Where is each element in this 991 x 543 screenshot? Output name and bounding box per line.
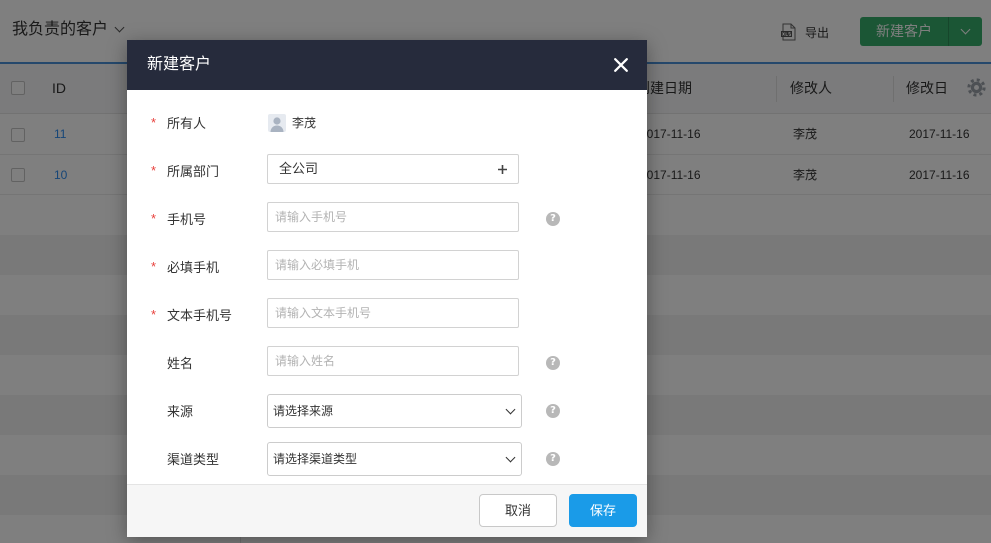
mobile-input[interactable] <box>267 202 519 232</box>
channel-type-label: 渠道类型 <box>167 452 220 467</box>
department-label: 所属部门 <box>167 164 220 179</box>
close-icon[interactable] <box>614 58 628 72</box>
owner-label: 所有人 <box>167 116 207 131</box>
form-row-source: 来源 请选择来源 ? <box>127 388 647 436</box>
required-mark: * <box>151 211 157 226</box>
channel-type-selected-value: 请选择渠道类型 <box>273 452 358 466</box>
chevron-down-icon <box>505 404 516 415</box>
form-row-department: * 所属部门 全公司 <box>127 148 647 196</box>
dialog-title: 新建客户 <box>147 56 212 73</box>
source-label: 来源 <box>167 404 194 419</box>
dialog-footer: 取消 保存 <box>127 484 647 537</box>
required-mobile-label: 必填手机 <box>167 260 220 275</box>
form-row-required-mobile: * 必填手机 <box>127 244 647 292</box>
required-mark: * <box>151 115 157 130</box>
question-circle-icon[interactable]: ? <box>546 212 560 226</box>
owner-name: 李茂 <box>292 116 317 130</box>
source-select[interactable]: 请选择来源 <box>267 394 522 428</box>
question-circle-icon[interactable]: ? <box>546 404 560 418</box>
text-mobile-label: 文本手机号 <box>167 308 233 323</box>
form-row-channel-type: 渠道类型 请选择渠道类型 ? <box>127 436 647 484</box>
cancel-button[interactable]: 取消 <box>479 494 557 527</box>
required-mark: * <box>151 307 157 322</box>
avatar-icon <box>268 114 286 132</box>
save-button[interactable]: 保存 <box>569 494 637 527</box>
name-input[interactable] <box>267 346 519 376</box>
required-mobile-input[interactable] <box>267 250 519 280</box>
name-label: 姓名 <box>167 356 194 371</box>
form-row-owner: * 所有人 李茂 <box>127 100 647 148</box>
form-row-name: 姓名 ? <box>127 340 647 388</box>
required-mark: * <box>151 163 157 178</box>
dialog-header: 新建客户 <box>127 40 647 90</box>
department-value: 全公司 <box>279 161 319 176</box>
form-row-mobile: * 手机号 ? <box>127 196 647 244</box>
department-picker[interactable]: 全公司 <box>267 154 519 184</box>
new-customer-dialog: 新建客户 * 所有人 李茂 * 所属部门 全公司 * 手机号 请输入手机号 ? … <box>127 40 647 537</box>
question-circle-icon[interactable]: ? <box>546 356 560 370</box>
mobile-label: 手机号 <box>167 212 207 227</box>
channel-type-select[interactable]: 请选择渠道类型 <box>267 442 522 476</box>
source-selected-value: 请选择来源 <box>273 404 334 418</box>
text-mobile-input[interactable] <box>267 298 519 328</box>
form-row-text-mobile: * 文本手机号 <box>127 292 647 340</box>
chevron-down-icon <box>505 452 516 463</box>
dialog-body[interactable]: * 所有人 李茂 * 所属部门 全公司 * 手机号 请输入手机号 ? * 必填手… <box>127 90 647 484</box>
plus-icon[interactable] <box>498 165 507 174</box>
required-mark: * <box>151 259 157 274</box>
question-circle-icon[interactable]: ? <box>546 452 560 466</box>
